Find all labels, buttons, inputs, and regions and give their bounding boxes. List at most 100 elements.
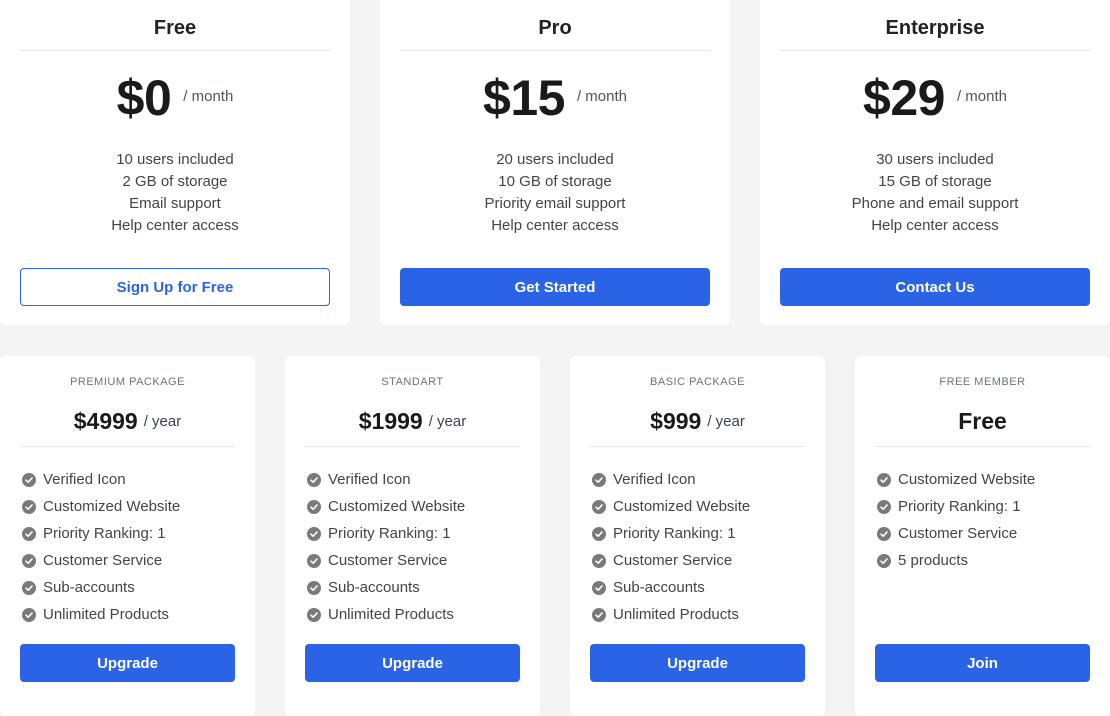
plan-features: 10 users included 2 GB of storage Email … [0,149,350,237]
check-circle-icon [307,553,321,568]
package-feature-label: Verified Icon [43,471,126,488]
package-label: STANDART [381,376,444,388]
check-circle-icon [877,553,891,568]
package-feature-label: Customized Website [613,498,751,515]
package-feature-label: Priority Ranking: 1 [898,498,1021,515]
package-feature: Sub-accounts [22,574,245,601]
check-circle-icon [307,472,321,487]
plan-card-pro: Pro $15 / month 20 users included 10 GB … [380,0,730,325]
package-feature-label: Unlimited Products [613,606,739,623]
check-circle-icon [877,499,891,514]
check-circle-icon [22,580,36,595]
package-label: FREE MEMBER [939,376,1026,388]
plan-feature: Help center access [491,217,619,234]
plan-features: 30 users included 15 GB of storage Phone… [760,149,1110,237]
package-feature-label: Priority Ranking: 1 [328,525,451,542]
package-feature-label: Customer Service [613,552,733,569]
package-feature-label: Sub-accounts [43,579,135,596]
package-feature-label: Customized Website [328,498,466,515]
plan-feature: 30 users included [876,151,994,168]
check-circle-icon [877,526,891,541]
plan-feature: 15 GB of storage [878,173,992,190]
package-price: $999 [650,407,702,434]
package-feature: Sub-accounts [592,574,815,601]
package-feature-label: Customized Website [43,498,181,515]
plan-price: $0 [116,70,172,126]
plan-feature: 10 users included [116,151,234,168]
check-circle-icon [22,607,36,622]
package-card-standart: STANDART $1999 / year Verified Icon Cust… [285,356,540,716]
package-feature-label: Priority Ranking: 1 [613,525,736,542]
package-feature: Customer Service [22,547,245,574]
package-feature-label: 5 products [898,552,969,569]
plan-price-row: $0 / month [0,68,350,128]
package-price: Free [958,407,1007,434]
package-features: Verified Icon Customized Website Priorit… [307,466,530,628]
check-circle-icon [592,580,606,595]
plan-period: / month [183,87,234,105]
plan-feature: Phone and email support [851,195,1019,212]
package-price: $1999 [358,407,423,434]
package-feature: Sub-accounts [307,574,530,601]
package-price-row: $999 / year [590,396,805,447]
upgrade-button[interactable]: Upgrade [305,644,520,682]
package-feature: Priority Ranking: 1 [307,520,530,547]
package-feature-label: Customized Website [898,471,1036,488]
check-circle-icon [307,499,321,514]
get-started-button[interactable]: Get Started [400,268,710,306]
check-circle-icon [592,607,606,622]
sign-up-free-button[interactable]: Sign Up for Free [20,268,330,306]
package-feature-label: Sub-accounts [328,579,420,596]
package-card-premium: PREMIUM PACKAGE $4999 / year Verified Ic… [0,356,255,716]
package-features: Customized Website Priority Ranking: 1 C… [877,466,1100,574]
package-feature-label: Unlimited Products [328,606,454,623]
package-feature: Customized Website [22,493,245,520]
plan-period: / month [956,87,1007,105]
plan-feature: 10 GB of storage [498,173,612,190]
package-card-basic: BASIC PACKAGE $999 / year Verified Icon … [570,356,825,716]
plan-price: $15 [483,70,565,126]
plan-price-row: $15 / month [380,68,730,128]
plan-card-enterprise: Enterprise $29 / month 30 users included… [760,0,1110,325]
upgrade-button[interactable]: Upgrade [590,644,805,682]
package-card-free-member: FREE MEMBER Free Customized Website Prio… [855,356,1110,716]
plan-feature: Email support [129,195,221,212]
package-period: / year [707,412,745,430]
package-feature: Customized Website [877,466,1100,493]
plan-feature: 20 users included [496,151,614,168]
package-feature: Verified Icon [22,466,245,493]
package-feature: Unlimited Products [22,601,245,628]
plan-features: 20 users included 10 GB of storage Prior… [380,149,730,237]
contact-us-button[interactable]: Contact Us [780,268,1090,306]
plan-card-free: Free $0 / month 10 users included 2 GB o… [0,0,350,325]
package-price-row: $1999 / year [305,396,520,447]
plan-feature: Priority email support [484,195,626,212]
package-features: Verified Icon Customized Website Priorit… [592,466,815,628]
check-circle-icon [592,499,606,514]
check-circle-icon [592,553,606,568]
plan-title: Enterprise [780,8,1090,51]
package-price-row: $4999 / year [20,396,235,447]
plan-price: $29 [863,70,945,126]
package-feature: Customer Service [307,547,530,574]
package-feature: Customer Service [592,547,815,574]
check-circle-icon [22,499,36,514]
package-feature: 5 products [877,547,1100,574]
check-circle-icon [307,607,321,622]
package-feature-label: Customer Service [43,552,163,569]
join-button[interactable]: Join [875,644,1090,682]
package-feature-label: Sub-accounts [613,579,705,596]
plan-period: / month [576,87,627,105]
upgrade-button[interactable]: Upgrade [20,644,235,682]
check-circle-icon [877,472,891,487]
plan-feature: Help center access [871,217,999,234]
plan-title: Free [20,8,330,51]
package-feature: Priority Ranking: 1 [22,520,245,547]
check-circle-icon [592,526,606,541]
package-feature-label: Verified Icon [328,471,411,488]
package-price: $4999 [73,407,138,434]
package-features: Verified Icon Customized Website Priorit… [22,466,245,628]
check-circle-icon [307,526,321,541]
package-period: / year [143,412,182,430]
package-feature: Customized Website [592,493,815,520]
